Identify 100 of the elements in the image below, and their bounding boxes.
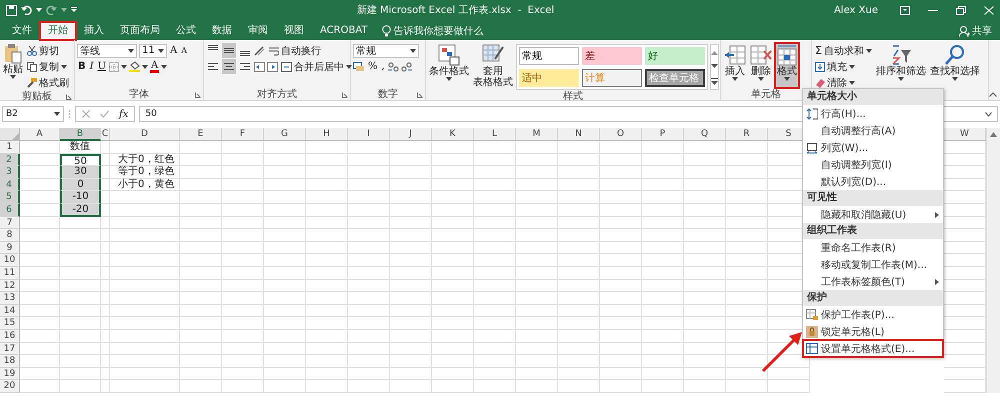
row-header[interactable]: 20 — [0, 380, 20, 393]
empty-cell[interactable] — [348, 204, 390, 217]
empty-cell[interactable] — [726, 242, 768, 254]
empty-cell[interactable] — [110, 266, 180, 280]
empty-cell[interactable] — [516, 178, 558, 192]
empty-cell[interactable] — [180, 342, 222, 356]
empty-cell[interactable] — [474, 266, 516, 280]
empty-cell[interactable] — [516, 368, 558, 380]
empty-cell[interactable] — [474, 342, 516, 356]
conditional-formatting-button[interactable]: 条件格式 — [428, 43, 470, 90]
empty-cell[interactable] — [432, 254, 474, 267]
empty-cell[interactable] — [180, 304, 222, 318]
empty-cell[interactable] — [474, 280, 516, 292]
empty-cell[interactable] — [348, 368, 390, 380]
row-header[interactable]: 14 — [0, 304, 20, 318]
insert-function-button[interactable]: fx — [119, 108, 128, 120]
dialog-launcher-icon[interactable] — [417, 92, 423, 98]
empty-cell[interactable] — [60, 342, 101, 356]
font-name-dropdown[interactable]: 等线 — [77, 44, 137, 58]
empty-cell[interactable] — [60, 254, 101, 267]
empty-cell[interactable] — [474, 154, 516, 166]
empty-cell[interactable] — [101, 266, 110, 280]
empty-cell[interactable] — [180, 280, 222, 292]
empty-cell[interactable] — [726, 166, 768, 179]
expand-gallery-icon[interactable] — [711, 78, 718, 84]
empty-cell[interactable] — [726, 355, 768, 368]
column-header[interactable]: N — [558, 128, 600, 141]
customize-icon[interactable] — [71, 7, 77, 13]
empty-cell[interactable] — [726, 178, 768, 192]
column-header[interactable]: H — [306, 128, 348, 141]
column-header[interactable]: O — [600, 128, 642, 141]
empty-cell[interactable] — [474, 178, 516, 192]
row-header[interactable]: 17 — [0, 342, 20, 356]
empty-cell[interactable] — [390, 355, 432, 368]
empty-cell[interactable] — [516, 166, 558, 179]
empty-cell[interactable] — [222, 178, 264, 192]
row-header[interactable]: 16 — [0, 330, 20, 342]
empty-cell[interactable] — [222, 141, 264, 154]
format-as-table-button[interactable]: 套用 表格格式 — [472, 43, 514, 90]
row-header[interactable]: 6 — [0, 204, 20, 217]
empty-cell[interactable] — [726, 280, 768, 292]
empty-cell[interactable] — [390, 242, 432, 254]
empty-cell[interactable] — [264, 292, 306, 305]
empty-cell[interactable] — [390, 266, 432, 280]
column-header[interactable]: A — [20, 128, 60, 141]
empty-cell[interactable] — [642, 355, 684, 368]
empty-cell[interactable] — [642, 242, 684, 254]
empty-cell[interactable] — [642, 266, 684, 280]
empty-cell[interactable] — [516, 342, 558, 356]
empty-cell[interactable] — [348, 242, 390, 254]
share-button[interactable]: 共享 — [972, 24, 992, 38]
empty-cell[interactable] — [474, 368, 516, 380]
empty-cell[interactable] — [516, 317, 558, 330]
empty-cell[interactable] — [432, 292, 474, 305]
empty-cell[interactable] — [390, 330, 432, 342]
empty-cell[interactable] — [558, 292, 600, 305]
empty-cell[interactable] — [180, 204, 222, 217]
empty-cell[interactable] — [432, 141, 474, 154]
empty-cell[interactable] — [348, 254, 390, 267]
empty-cell[interactable] — [348, 292, 390, 305]
empty-cell[interactable] — [348, 154, 390, 166]
empty-cell[interactable] — [726, 330, 768, 342]
empty-cell[interactable] — [390, 292, 432, 305]
empty-cell[interactable] — [222, 342, 264, 356]
empty-cell[interactable] — [222, 380, 264, 393]
column-header[interactable]: Q — [684, 128, 726, 141]
menu-item[interactable]: 移动或复制工作表(M)... — [803, 256, 943, 273]
empty-cell[interactable] — [684, 380, 726, 393]
row-header[interactable]: 15 — [0, 317, 20, 330]
column-header[interactable]: C — [101, 128, 110, 141]
empty-cell[interactable] — [432, 166, 474, 179]
cell-style-option[interactable]: 差 — [582, 47, 642, 65]
format-button[interactable]: 格式 — [775, 43, 799, 88]
empty-cell[interactable] — [684, 154, 726, 166]
empty-cell[interactable] — [306, 154, 348, 166]
empty-cell[interactable] — [222, 154, 264, 166]
empty-cell[interactable] — [516, 266, 558, 280]
cut-button[interactable]: 剪切 — [26, 43, 70, 58]
row-header[interactable]: 10 — [0, 254, 20, 267]
decrease-indent-icon[interactable] — [254, 62, 265, 72]
empty-cell[interactable] — [222, 204, 264, 217]
ribbon-tab[interactable]: ACROBAT — [312, 22, 376, 40]
restore-icon[interactable] — [956, 6, 966, 14]
empty-cell[interactable] — [101, 342, 110, 356]
format-painter-button[interactable]: 格式刷 — [26, 75, 70, 90]
empty-cell[interactable] — [390, 204, 432, 217]
empty-cell[interactable] — [348, 280, 390, 292]
empty-cell[interactable] — [642, 342, 684, 356]
empty-cell[interactable] — [600, 141, 642, 154]
empty-cell[interactable] — [432, 304, 474, 318]
empty-cell[interactable] — [348, 141, 390, 154]
empty-cell[interactable] — [684, 280, 726, 292]
borders-icon[interactable] — [109, 62, 120, 72]
empty-cell[interactable] — [726, 292, 768, 305]
empty-cell[interactable] — [110, 330, 180, 342]
empty-cell[interactable] — [474, 229, 516, 242]
empty-cell[interactable] — [264, 166, 306, 179]
menu-item[interactable]: 行高(H)... — [803, 105, 943, 122]
empty-cell[interactable] — [306, 368, 348, 380]
grow-font-button[interactable]: A — [169, 43, 178, 58]
